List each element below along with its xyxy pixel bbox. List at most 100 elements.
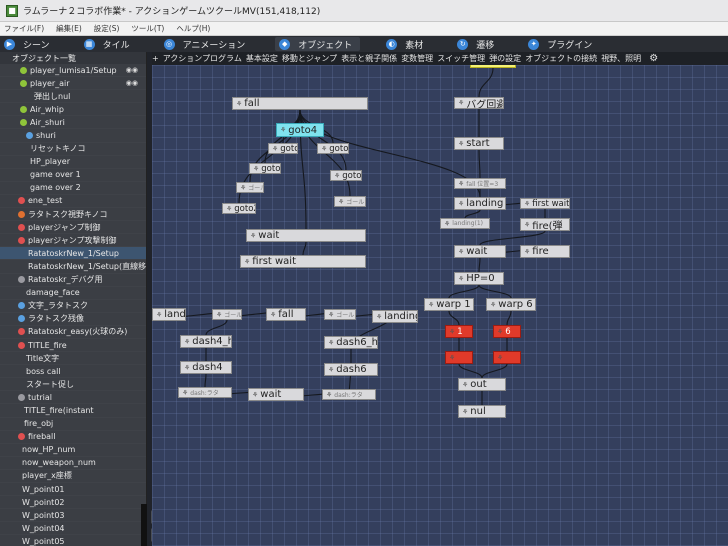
state-node-landing1[interactable]: ⚘ landing(1): [440, 218, 490, 229]
state-node-wait-b[interactable]: ⚘ wait: [248, 388, 304, 401]
object-list-item[interactable]: player_x座標: [0, 470, 146, 483]
editor-tab-0[interactable]: アクションプログラム: [163, 53, 242, 64]
tab-plugin[interactable]: ✦ プラグイン: [524, 37, 600, 51]
state-node-nul[interactable]: ⚘ nul: [458, 405, 506, 418]
state-node-n-small-a[interactable]: ⚘ゴール: [236, 182, 264, 193]
state-node-n-small-b[interactable]: ⚘ ゴール: [334, 196, 366, 207]
state-node-goto5[interactable]: ⚘goto5: [330, 170, 362, 181]
object-list-item[interactable]: player_air ◉◉: [0, 77, 146, 91]
object-list-item[interactable]: W_point01: [0, 483, 146, 497]
state-node-fall-mid[interactable]: ⚘ fall: [266, 308, 306, 321]
object-list-item[interactable]: W_point02: [0, 496, 146, 510]
state-node-goto4[interactable]: ⚘ goto4: [276, 123, 324, 137]
menu-item-4[interactable]: ヘルプ(H): [176, 23, 210, 34]
state-node-fire-r[interactable]: ⚘ fire: [520, 245, 570, 258]
editor-tab-5[interactable]: スイッチ管理: [437, 53, 485, 64]
state-node-landing-r[interactable]: ⚘ landing: [454, 197, 506, 210]
object-list-item[interactable]: game over 1: [0, 169, 146, 182]
object-list-item[interactable]: ene_test: [0, 195, 146, 209]
object-list-item[interactable]: Ratatoskr_デバグ用: [0, 274, 146, 287]
state-node-warp1[interactable]: ⚘ warp 1: [424, 298, 474, 311]
editor-tab-1[interactable]: 基本設定: [246, 53, 278, 64]
object-list-item[interactable]: 文字_ラタトスク: [0, 300, 146, 313]
state-node-fall-top[interactable]: ⚘ fall: [232, 97, 368, 110]
object-list-item[interactable]: RatatoskrNew_1/Setup(直線移動: [0, 260, 146, 274]
object-list-item[interactable]: W_point04: [0, 522, 146, 536]
editor-tab-4[interactable]: 変数管理: [401, 53, 433, 64]
object-list-item[interactable]: Air_whip: [0, 103, 146, 117]
object-list-item[interactable]: Ratatoskr_easy(火球のみ): [0, 326, 146, 339]
state-node-fire-dan[interactable]: ⚘ fire(弾: [520, 218, 570, 231]
state-node-hp0[interactable]: ⚘ HP=0: [454, 272, 504, 285]
object-list-item[interactable]: shuri: [0, 129, 146, 143]
state-node-landing-m[interactable]: ⚘ landing: [372, 310, 418, 323]
object-list-item[interactable]: Title文字: [0, 352, 146, 366]
object-list-item[interactable]: Air_shuri: [0, 116, 146, 130]
object-list-item[interactable]: now_weapon_num: [0, 457, 146, 470]
state-node-red6a[interactable]: ⚘ 6: [493, 325, 521, 338]
state-node-small-b1[interactable]: ⚘ dash:ラタ: [178, 387, 232, 398]
state-node-dash4[interactable]: ⚘ dash4: [180, 361, 232, 374]
menu-item-3[interactable]: ツール(T): [131, 23, 164, 34]
state-node-wait-r[interactable]: ⚘ wait: [454, 245, 506, 258]
state-node-bug-return[interactable]: ⚘ バグ回避: [454, 97, 504, 109]
state-node-landing-l[interactable]: ⚘landing: [152, 308, 186, 321]
state-node-firstwait-r[interactable]: ⚘ first wait: [520, 198, 570, 209]
gear-icon[interactable]: ⚙: [649, 53, 658, 64]
menu-item-1[interactable]: 編集(E): [56, 23, 82, 34]
object-list-item[interactable]: リセットキノコ: [0, 143, 146, 156]
editor-tab-2[interactable]: 移動とジャンプ: [282, 53, 337, 64]
editor-tab-6[interactable]: 弾の設定: [489, 53, 521, 64]
object-list-item[interactable]: damage_face: [0, 287, 146, 300]
state-node-start[interactable]: ⚘ start: [454, 137, 504, 150]
editor-tab-8[interactable]: 視野、照明: [601, 53, 641, 64]
tab-scene[interactable]: ▶ シーン: [0, 37, 58, 51]
editor-tab-7[interactable]: オブジェクトの接続: [525, 53, 597, 64]
object-list-item[interactable]: 弾出しnul: [0, 90, 146, 104]
sidebar-scrollbar[interactable]: [141, 504, 147, 546]
state-node-red1b[interactable]: ⚘: [445, 351, 473, 364]
state-node-goto6[interactable]: ⚘goto6: [317, 143, 349, 154]
state-node-wait1[interactable]: ⚘ wait: [246, 229, 366, 242]
state-node-goto1[interactable]: ⚘goto1: [268, 143, 298, 154]
state-node-red6b[interactable]: ⚘: [493, 351, 521, 364]
object-list-item[interactable]: W_point05: [0, 535, 146, 546]
state-node-small-l1[interactable]: ⚘ ゴール: [212, 309, 242, 320]
object-list-item[interactable]: TITLE_fire(instant: [0, 404, 146, 418]
node-graph-canvas[interactable]: ⚘fall ⚘goto4 ⚘goto1 ⚘goto6 ⚘goto3 ⚘goto5 ⚘ゴール ⚘…: [152, 65, 728, 546]
object-list-item[interactable]: now_HP_num: [0, 444, 146, 457]
visibility-eye-icon[interactable]: ◉◉: [126, 66, 138, 74]
add-tab-icon[interactable]: +: [152, 54, 159, 63]
state-node-small-b2[interactable]: ⚘ dash:ラタ: [322, 389, 376, 400]
state-node-goto3[interactable]: ⚘goto3: [249, 163, 281, 174]
object-list-item[interactable]: W_point03: [0, 509, 146, 523]
object-list-item[interactable]: TITLE_fire: [0, 339, 146, 353]
object-list-item[interactable]: スタート促し: [0, 378, 146, 392]
editor-tab-3[interactable]: 表示と親子関係: [341, 53, 397, 64]
state-node-fall-pos[interactable]: ⚘ fall 位置=3: [454, 178, 506, 189]
state-node-firstwait[interactable]: ⚘ first wait: [240, 255, 366, 268]
object-list-item[interactable]: ラタトスク視野キノコ: [0, 208, 146, 222]
object-list-item[interactable]: RatatoskrNew_1/Setup: [0, 247, 146, 261]
state-node-red1a[interactable]: ⚘ 1: [445, 325, 473, 338]
object-list-item[interactable]: tutrial: [0, 391, 146, 405]
state-node-dash4hit[interactable]: ⚘dash4_hit: [180, 335, 232, 348]
object-list-item[interactable]: game over 2: [0, 182, 146, 195]
visibility-eye-icon[interactable]: ◉◉: [126, 79, 138, 87]
object-list-item[interactable]: playerジャンプ攻撃制御: [0, 234, 146, 248]
object-list-item[interactable]: fireball: [0, 431, 146, 444]
object-list-item[interactable]: fire_obj: [0, 418, 146, 431]
tab-animation[interactable]: ◎ アニメーション: [160, 37, 254, 51]
state-node-dash6hit[interactable]: ⚘dash6_hit: [324, 336, 378, 349]
object-list-item[interactable]: boss call: [0, 365, 146, 379]
state-node-yellow-top[interactable]: [470, 65, 516, 68]
object-list-item[interactable]: HP_player: [0, 156, 146, 169]
state-node-dash6[interactable]: ⚘ dash6: [324, 363, 378, 376]
state-node-small-l2[interactable]: ⚘ ゴール: [324, 309, 356, 320]
tab-tile[interactable]: ▦ タイル: [80, 37, 138, 51]
state-node-goto2[interactable]: ⚘goto2: [222, 203, 256, 214]
state-node-out[interactable]: ⚘ out: [458, 378, 506, 391]
tab-transition[interactable]: ↻ 遷移: [453, 37, 502, 51]
tab-object[interactable]: ◆ オブジェクト: [275, 37, 361, 51]
object-list-item[interactable]: player_lumisa1/Setup ◉◉: [0, 64, 146, 78]
